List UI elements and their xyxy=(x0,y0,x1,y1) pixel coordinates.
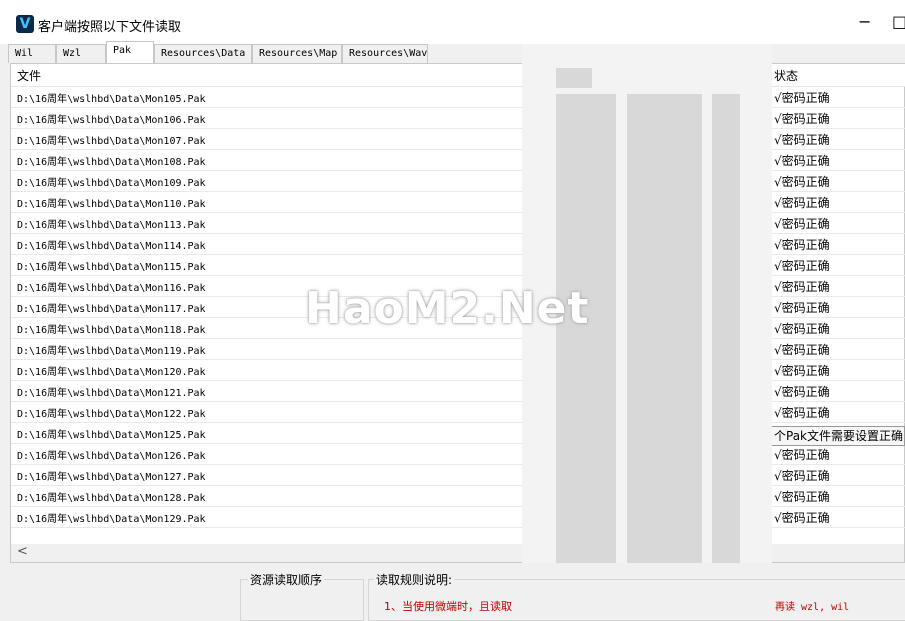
minimize-button[interactable]: − xyxy=(858,12,871,31)
status-text: √密码正确 xyxy=(774,259,830,273)
order-group-title: 资源读取顺序 xyxy=(248,571,325,588)
file-path: D:\16周年\wslhbd\Data\Mon120.Pak xyxy=(17,367,206,378)
status-text: √密码正确 xyxy=(774,301,830,315)
file-path: D:\16周年\wslhbd\Data\Mon127.Pak xyxy=(17,472,206,483)
status-text: √密码正确 xyxy=(774,490,830,504)
file-path: D:\16周年\wslhbd\Data\Mon106.Pak xyxy=(17,115,206,126)
tooltip: 个Pak文件需要设置正确 xyxy=(765,426,905,446)
tab-wil[interactable]: Wil xyxy=(8,44,56,63)
bottom-panel: 资源读取顺序 读取规则说明: 1、当使用微端时，且读取 再读 wzl, wil xyxy=(0,563,905,621)
watermark: HaoM2.Net xyxy=(305,283,590,334)
status-text: √密码正确 xyxy=(774,364,830,378)
window-title: 客户端按照以下文件读取 xyxy=(38,20,182,35)
status-text: √密码正确 xyxy=(774,133,830,147)
file-path: D:\16周年\wslhbd\Data\Mon117.Pak xyxy=(17,304,206,315)
file-path: D:\16周年\wslhbd\Data\Mon113.Pak xyxy=(17,220,206,231)
status-text: √密码正确 xyxy=(774,238,830,252)
file-path: D:\16周年\wslhbd\Data\Mon119.Pak xyxy=(17,346,206,357)
status-text: √密码正确 xyxy=(774,217,830,231)
status-text: √密码正确 xyxy=(774,175,830,189)
scroll-left-arrow-icon[interactable]: < xyxy=(17,544,28,559)
status-text: √密码正确 xyxy=(774,322,830,336)
column-header-status[interactable]: 状态 xyxy=(774,67,798,84)
column-header-file[interactable]: 文件 xyxy=(17,67,41,84)
status-text: √密码正确 xyxy=(774,406,830,420)
file-path: D:\16周年\wslhbd\Data\Mon122.Pak xyxy=(17,409,206,420)
tab-resources-data[interactable]: Resources\Data xyxy=(154,44,252,63)
file-path: D:\16周年\wslhbd\Data\Mon109.Pak xyxy=(17,178,206,189)
file-path: D:\16周年\wslhbd\Data\Mon105.Pak xyxy=(17,94,206,105)
maximize-button[interactable]: □ xyxy=(892,12,905,31)
status-text: √密码正确 xyxy=(774,196,830,210)
status-text: √密码正确 xyxy=(774,385,830,399)
status-text: √密码正确 xyxy=(774,343,830,357)
file-path: D:\16周年\wslhbd\Data\Mon121.Pak xyxy=(17,388,206,399)
status-text: √密码正确 xyxy=(774,448,830,462)
file-path: D:\16周年\wslhbd\Data\Mon115.Pak xyxy=(17,262,206,273)
tab-resources-wav[interactable]: Resources\Wav xyxy=(342,44,428,63)
file-path: D:\16周年\wslhbd\Data\Mon114.Pak xyxy=(17,241,206,252)
status-text: √密码正确 xyxy=(774,112,830,126)
file-path: D:\16周年\wslhbd\Data\Mon108.Pak xyxy=(17,157,206,168)
file-path: D:\16周年\wslhbd\Data\Mon107.Pak xyxy=(17,136,206,147)
status-text: √密码正确 xyxy=(774,154,830,168)
tab-resources-map[interactable]: Resources\Map xyxy=(252,44,342,63)
status-text: √密码正确 xyxy=(774,469,830,483)
file-path: D:\16周年\wslhbd\Data\Mon128.Pak xyxy=(17,493,206,504)
tab-pak[interactable]: Pak xyxy=(106,41,154,64)
file-path: D:\16周年\wslhbd\Data\Mon116.Pak xyxy=(17,283,206,294)
file-path: D:\16周年\wslhbd\Data\Mon110.Pak xyxy=(17,199,206,210)
rule-text: 1、当使用微端时，且读取 xyxy=(384,600,512,613)
status-text: √密码正确 xyxy=(774,280,830,294)
app-icon: V xyxy=(16,15,34,33)
file-path: D:\16周年\wslhbd\Data\Mon129.Pak xyxy=(17,514,206,525)
file-path: D:\16周年\wslhbd\Data\Mon126.Pak xyxy=(17,451,206,462)
file-path: D:\16周年\wslhbd\Data\Mon118.Pak xyxy=(17,325,206,336)
status-text: √密码正确 xyxy=(774,91,830,105)
title-bar: V 客户端按照以下文件读取 − □ xyxy=(0,0,905,44)
status-text: √密码正确 xyxy=(774,511,830,525)
tab-wzl[interactable]: Wzl xyxy=(56,44,106,63)
rules-group-title: 读取规则说明: xyxy=(374,571,455,588)
file-path: D:\16周年\wslhbd\Data\Mon125.Pak xyxy=(17,430,206,441)
